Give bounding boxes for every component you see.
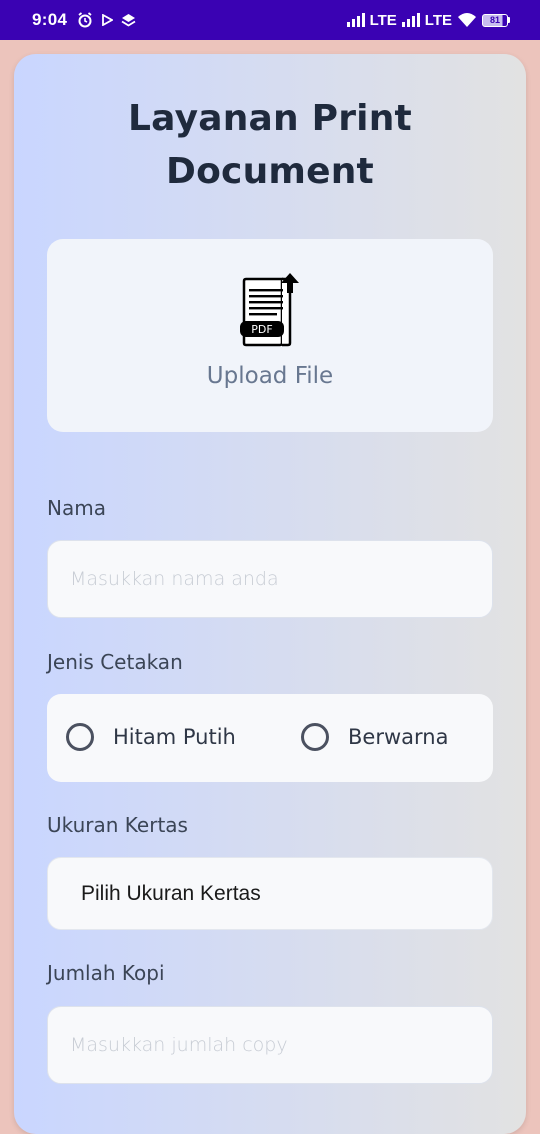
copies-label: Jumlah Kopi	[47, 961, 165, 985]
page-title: Layanan Print Document	[0, 92, 540, 198]
paper-size-label: Ukuran Kertas	[47, 813, 188, 837]
copies-input[interactable]	[70, 1034, 492, 1056]
radio-label-color: Berwarna	[348, 725, 449, 749]
paper-size-value: Pilih Ukuran Kertas	[81, 881, 261, 905]
paper-size-select[interactable]: Pilih Ukuran Kertas	[47, 857, 493, 930]
print-type-label: Jenis Cetakan	[47, 650, 183, 674]
signal-icon-2	[401, 13, 420, 27]
radio-button-black-white[interactable]	[66, 723, 94, 751]
print-type-group: Hitam Putih Berwarna	[47, 694, 493, 782]
layers-icon	[121, 13, 136, 27]
status-bar: 9:04 LTE LTE 81	[0, 0, 540, 40]
name-label: Nama	[47, 496, 106, 520]
status-left: 9:04	[32, 10, 136, 30]
signal-icon	[346, 13, 365, 27]
pdf-upload-icon: PDF	[240, 273, 299, 347]
play-store-icon	[102, 14, 114, 26]
radio-button-color[interactable]	[301, 723, 329, 751]
page-title-line-1: Layanan Print	[128, 98, 412, 139]
alarm-icon	[78, 12, 92, 28]
upload-file-button[interactable]: PDF Upload File	[47, 239, 493, 432]
radio-label-black-white: Hitam Putih	[113, 725, 236, 749]
status-time: 9:04	[32, 10, 68, 29]
page-title-line-2: Document	[166, 151, 374, 192]
radio-option-color[interactable]: Berwarna	[301, 723, 448, 751]
battery-icon: 81	[482, 13, 510, 27]
upload-file-label: Upload File	[206, 363, 334, 389]
name-input[interactable]	[70, 568, 492, 590]
name-field-container	[47, 540, 493, 618]
pdf-icon-text: PDF	[251, 323, 272, 336]
wifi-icon	[458, 13, 476, 27]
copies-field-container	[47, 1006, 493, 1084]
radio-option-black-white[interactable]: Hitam Putih	[66, 723, 236, 751]
network-type-1: LTE	[369, 11, 397, 29]
status-right: LTE LTE 81	[346, 11, 510, 29]
network-type-2: LTE	[424, 11, 452, 29]
battery-level: 81	[489, 15, 500, 25]
